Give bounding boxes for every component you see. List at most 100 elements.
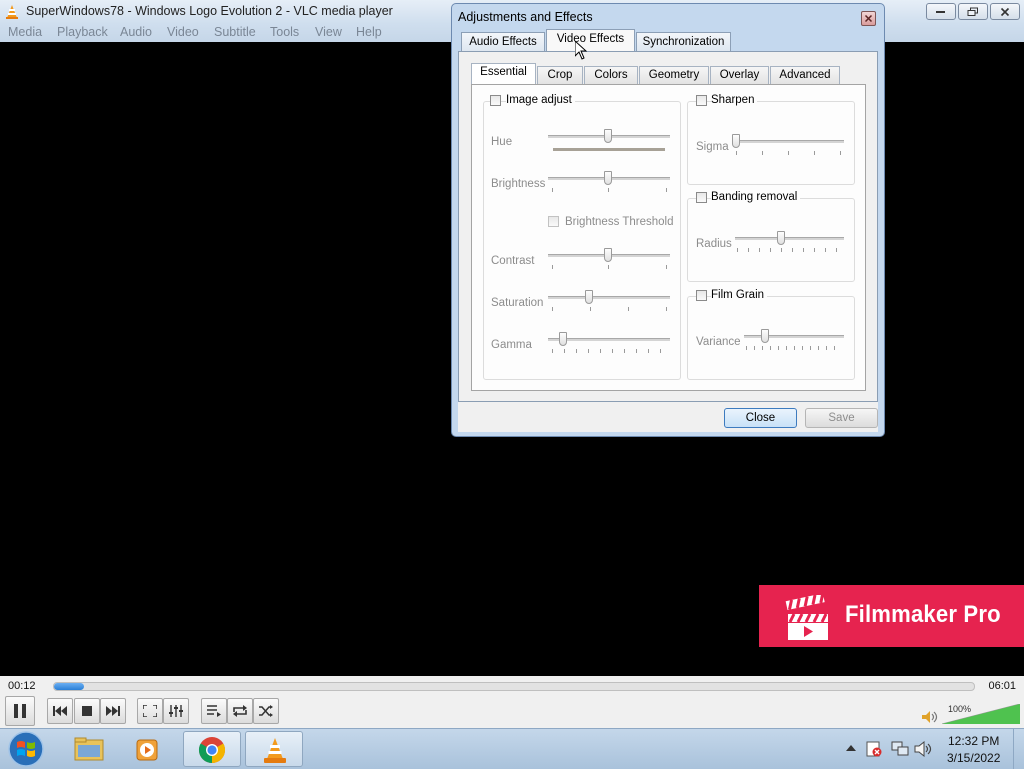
dialog-close-button[interactable]	[861, 11, 876, 26]
adjustments-dialog: Adjustments and Effects Audio Effects Vi…	[451, 3, 885, 437]
tab-audio-effects[interactable]: Audio Effects	[461, 32, 545, 52]
menu-view[interactable]: View	[315, 25, 342, 39]
network-icon[interactable]	[891, 741, 909, 757]
menu-playback[interactable]: Playback	[57, 25, 108, 39]
close-window-button[interactable]	[990, 3, 1020, 20]
extended-settings-button[interactable]	[163, 698, 189, 724]
speaker-icon[interactable]	[922, 711, 938, 723]
window-title: SuperWindows78 - Windows Logo Evolution …	[26, 4, 393, 18]
show-hidden-icons[interactable]	[846, 744, 856, 752]
save-button[interactable]: Save	[805, 408, 878, 428]
menu-media[interactable]: Media	[8, 25, 42, 39]
film-grain-label: Film Grain	[711, 289, 768, 301]
playlist-icon	[207, 705, 221, 717]
menu-tools[interactable]: Tools	[270, 25, 299, 39]
brightness-threshold-label: Brightness Threshold	[565, 216, 674, 228]
dialog-title: Adjustments and Effects	[458, 10, 593, 24]
radius-label: Radius	[696, 238, 732, 250]
time-elapsed: 00:12	[8, 680, 36, 692]
clapperboard-icon	[785, 595, 828, 640]
equalizer-icon	[169, 705, 183, 717]
hue-slider[interactable]	[548, 129, 670, 149]
seek-bar[interactable]	[53, 682, 975, 691]
saturation-slider[interactable]	[548, 290, 670, 311]
image-adjust-label: Image adjust	[506, 94, 575, 106]
taskbar-chrome[interactable]	[183, 731, 241, 767]
gamma-slider[interactable]	[548, 332, 670, 353]
image-adjust-checkbox[interactable]	[490, 95, 501, 106]
tab-synchronization[interactable]: Synchronization	[636, 32, 731, 52]
brightness-threshold-checkbox[interactable]	[548, 216, 559, 227]
brightness-label: Brightness	[491, 178, 546, 190]
show-desktop-button[interactable]	[1013, 729, 1024, 769]
brightness-slider-thumb[interactable]	[604, 171, 612, 185]
close-button[interactable]: Close	[724, 408, 797, 428]
menu-subtitle[interactable]: Subtitle	[214, 25, 256, 39]
watermark: Filmmaker Pro	[759, 585, 1024, 647]
shuffle-icon	[259, 705, 273, 717]
loop-icon	[233, 705, 247, 717]
playlist-button[interactable]	[201, 698, 227, 724]
tab-video-effects[interactable]: Video Effects	[546, 29, 635, 51]
stop-button[interactable]	[74, 698, 100, 724]
brightness-slider[interactable]	[548, 171, 670, 192]
minimize-button[interactable]	[926, 3, 956, 20]
watermark-text: Filmmaker Pro	[845, 601, 1001, 628]
sharpen-label: Sharpen	[711, 94, 758, 106]
tab-geometry[interactable]: Geometry	[639, 66, 709, 84]
chrome-icon	[198, 737, 226, 764]
action-center-icon[interactable]	[866, 741, 882, 757]
pause-icon	[14, 704, 26, 718]
start-button[interactable]	[6, 730, 46, 768]
next-button[interactable]	[100, 698, 126, 724]
sharpen-checkbox[interactable]	[696, 95, 707, 106]
menu-help[interactable]: Help	[356, 25, 382, 39]
pause-button[interactable]	[5, 696, 35, 726]
taskbar-vlc[interactable]	[245, 731, 303, 767]
loop-button[interactable]	[227, 698, 253, 724]
sigma-slider[interactable]	[732, 134, 844, 155]
previous-icon	[53, 706, 67, 716]
film-grain-checkbox[interactable]	[696, 290, 707, 301]
hue-slider-thumb[interactable]	[604, 129, 612, 143]
variance-slider[interactable]	[744, 329, 844, 350]
hue-gradient-bar	[553, 148, 665, 151]
variance-label: Variance	[696, 336, 741, 348]
menu-video[interactable]: Video	[167, 25, 199, 39]
radius-slider-thumb[interactable]	[777, 231, 785, 245]
dialog-footer: Close Save	[458, 402, 878, 432]
shuffle-button[interactable]	[253, 698, 279, 724]
volume-tray-icon[interactable]	[914, 741, 932, 757]
menu-audio[interactable]: Audio	[120, 25, 152, 39]
mouse-cursor-icon	[575, 41, 587, 60]
maximize-button[interactable]	[958, 3, 988, 20]
contrast-slider[interactable]	[548, 248, 670, 269]
player-controls: 00:12 06:01 100%	[0, 676, 1024, 728]
fullscreen-button[interactable]	[137, 698, 163, 724]
taskbar-explorer[interactable]	[60, 731, 118, 767]
tab-advanced[interactable]: Advanced	[770, 66, 840, 84]
contrast-slider-thumb[interactable]	[604, 248, 612, 262]
dialog-body: Essential Crop Colors Geometry Overlay A…	[458, 51, 878, 402]
tab-crop[interactable]: Crop	[537, 66, 583, 84]
hue-label: Hue	[491, 136, 513, 148]
tab-overlay[interactable]: Overlay	[710, 66, 769, 84]
tab-essential[interactable]: Essential	[471, 63, 536, 84]
gamma-slider-thumb[interactable]	[559, 332, 567, 346]
folder-icon	[74, 737, 104, 761]
minimize-icon	[936, 10, 945, 13]
contrast-label: Contrast	[491, 255, 535, 267]
banding-removal-checkbox[interactable]	[696, 192, 707, 203]
previous-button[interactable]	[47, 698, 73, 724]
clock-date[interactable]: 3/15/2022	[947, 751, 1000, 765]
clock-time[interactable]: 12:32 PM	[948, 734, 999, 748]
volume-slider[interactable]	[942, 704, 1020, 724]
variance-slider-thumb[interactable]	[761, 329, 769, 343]
saturation-slider-thumb[interactable]	[585, 290, 593, 304]
vlc-cone-icon	[6, 5, 18, 19]
tab-colors[interactable]: Colors	[584, 66, 638, 84]
sigma-slider-thumb[interactable]	[732, 134, 740, 148]
restore-icon	[967, 7, 978, 16]
radius-slider[interactable]	[735, 231, 844, 252]
taskbar-media-player[interactable]	[121, 731, 179, 767]
